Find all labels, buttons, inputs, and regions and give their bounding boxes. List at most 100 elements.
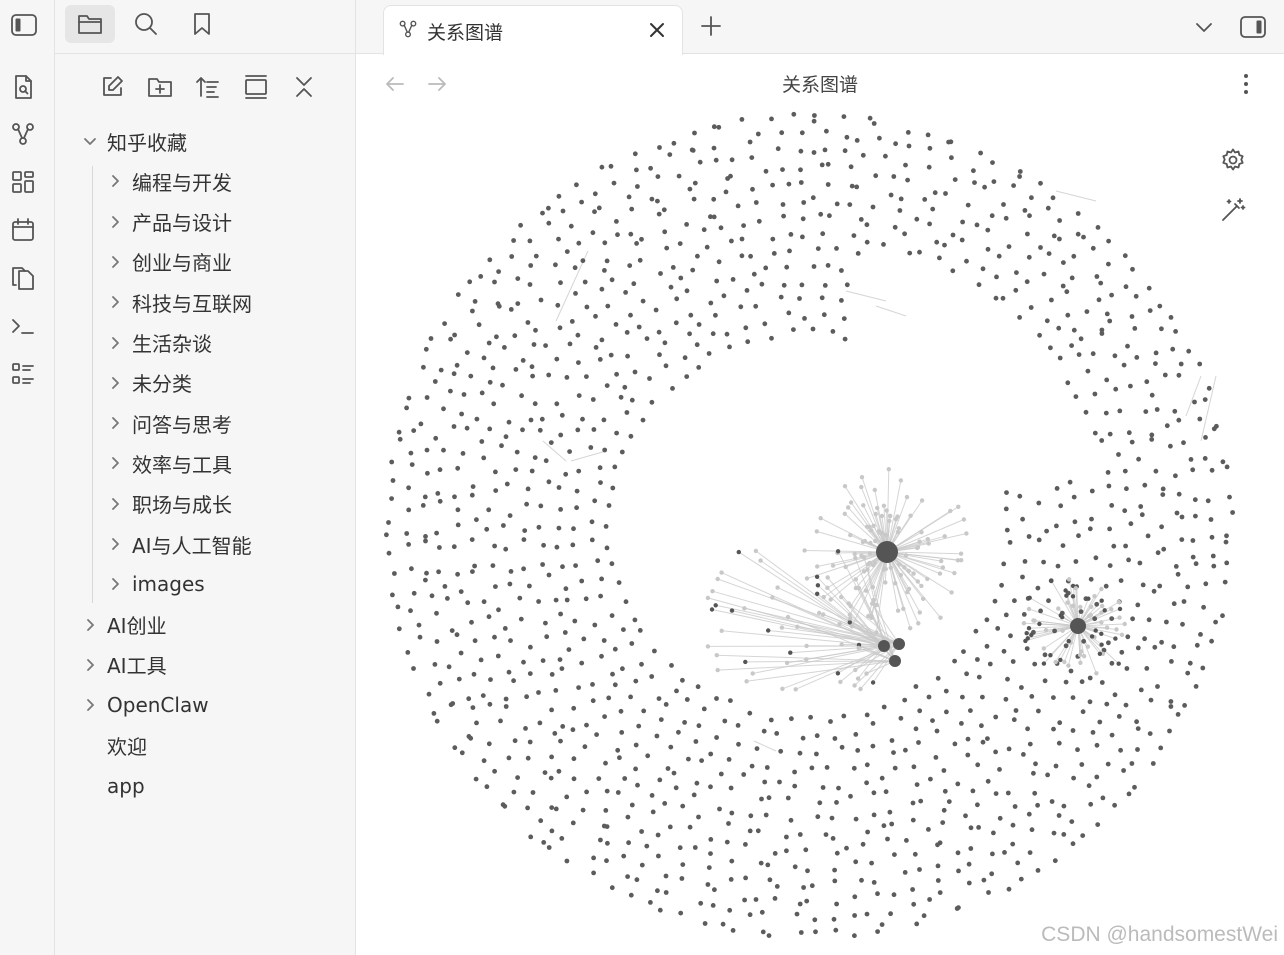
tree-file[interactable]: app <box>81 767 145 805</box>
tab-close-button[interactable] <box>646 19 668 41</box>
tree-folder[interactable]: 未分类 <box>106 364 192 402</box>
graph-node <box>834 800 839 805</box>
tab-search[interactable] <box>121 5 171 43</box>
graph-node <box>1159 524 1164 530</box>
graph-node <box>832 867 837 873</box>
tree-folder[interactable]: 问答与思考 <box>106 404 232 442</box>
ribbon-graph-view[interactable] <box>8 119 38 149</box>
graph-node <box>1158 745 1164 751</box>
ribbon-templates[interactable] <box>8 263 38 293</box>
graph-node <box>914 921 920 927</box>
graph-node <box>481 355 487 361</box>
graph-node <box>1180 621 1185 627</box>
graph-node <box>759 281 765 287</box>
auto-reveal-button[interactable] <box>239 70 273 104</box>
graph-node <box>576 468 582 474</box>
graph-node <box>609 885 615 891</box>
graph-node <box>1176 372 1182 378</box>
graph-node <box>952 177 958 182</box>
tab-graph-view[interactable]: 关系图谱 <box>383 5 683 55</box>
graph-node <box>718 771 724 777</box>
graph-node <box>914 782 920 787</box>
graph-svg[interactable] <box>356 111 1284 955</box>
tree-folder[interactable]: OpenClaw <box>81 686 209 724</box>
tree-file[interactable]: 欢迎 <box>81 727 147 765</box>
tree-folder[interactable]: AI创业 <box>81 606 167 644</box>
ribbon-daily-note[interactable] <box>8 215 38 245</box>
graph-node <box>590 698 596 704</box>
graph-node <box>897 208 903 213</box>
file-explorer-sidebar: 知乎收藏 编程与开发 产品与设计创业与商业科技与互联网 生活杂谈 未分类 问答与思考 效率与… <box>55 0 356 955</box>
graph-node <box>1092 391 1098 397</box>
graph-node <box>478 657 484 663</box>
tree-folder[interactable]: 效率与工具 <box>106 444 232 482</box>
graph-node <box>714 278 720 284</box>
new-folder-button[interactable] <box>143 70 177 104</box>
tree-folder[interactable]: 编程与开发 <box>106 162 232 200</box>
ribbon-canvas[interactable] <box>8 167 38 197</box>
right-sidebar-toggle[interactable] <box>1238 12 1268 42</box>
graph-node <box>868 540 873 546</box>
graph-node <box>963 813 968 819</box>
tree-folder[interactable]: 知乎收藏 <box>81 122 187 160</box>
tree-item-label: 创业与商业 <box>132 251 232 276</box>
graph-node <box>567 341 573 347</box>
graph-node <box>1089 488 1095 494</box>
graph-node <box>704 244 710 250</box>
tree-folder[interactable]: AI工具 <box>81 646 167 684</box>
graph-node <box>841 713 847 719</box>
more-options-button[interactable] <box>1232 70 1260 98</box>
graph-node <box>493 488 499 493</box>
graph-settings-button[interactable] <box>1218 145 1248 175</box>
graph-node <box>573 291 578 296</box>
left-sidebar-toggle[interactable] <box>8 10 40 40</box>
graph-node <box>628 231 634 237</box>
graph-node <box>575 332 581 338</box>
graph-node <box>508 569 514 574</box>
new-tab-button[interactable] <box>697 12 725 40</box>
graph-canvas[interactable]: CSDN @handsomestWei <box>356 111 1284 955</box>
collapse-all-button[interactable] <box>287 70 321 104</box>
graph-node <box>830 329 836 334</box>
graph-node <box>616 580 622 585</box>
tree-folder[interactable]: images <box>106 565 205 603</box>
graph-node <box>636 723 642 729</box>
tab-bookmarks[interactable] <box>177 5 227 43</box>
graph-node <box>881 704 887 710</box>
graph-node <box>879 775 885 781</box>
graph-node <box>473 776 479 782</box>
tree-folder[interactable]: 创业与商业 <box>106 243 232 281</box>
graph-node <box>492 543 497 549</box>
tree-folder[interactable]: 科技与互联网 <box>106 283 252 321</box>
tree-folder[interactable]: 职场与成长 <box>106 485 232 523</box>
graph-node <box>538 503 544 509</box>
graph-node <box>612 646 618 652</box>
graph-node <box>1192 399 1197 405</box>
graph-node <box>544 634 550 640</box>
graph-node <box>571 705 577 711</box>
tab-list-button[interactable] <box>1190 14 1218 40</box>
new-note-button[interactable] <box>95 70 129 104</box>
graph-node <box>481 599 487 605</box>
tree-folder[interactable]: AI与人工智能 <box>106 525 252 563</box>
graph-node <box>741 223 746 228</box>
graph-animate-button[interactable] <box>1218 195 1248 225</box>
tree-folder[interactable]: 生活杂谈 <box>106 324 212 362</box>
graph-node <box>602 268 607 273</box>
graph-node <box>1035 585 1041 591</box>
graph-node <box>815 583 821 588</box>
tab-files[interactable] <box>65 5 115 43</box>
graph-node <box>529 364 535 370</box>
tab-title: 关系图谱 <box>427 22 504 44</box>
tree-folder[interactable]: 产品与设计 <box>106 203 232 241</box>
graph-node <box>1203 435 1208 440</box>
ribbon-command-palette[interactable] <box>8 311 38 341</box>
ribbon-outline[interactable] <box>8 359 38 389</box>
graph-node <box>842 336 848 342</box>
ribbon-quick-switcher[interactable] <box>8 72 38 102</box>
sort-button[interactable] <box>191 70 225 104</box>
graph-node <box>1026 254 1032 260</box>
graph-node <box>720 921 726 927</box>
graph-node <box>747 828 753 834</box>
graph-node <box>676 729 681 735</box>
